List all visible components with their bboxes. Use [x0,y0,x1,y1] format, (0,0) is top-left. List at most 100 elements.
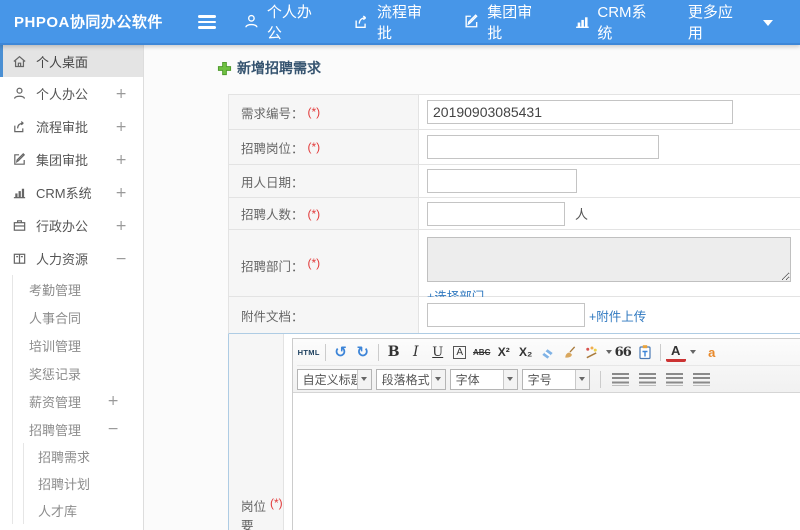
expand-icon[interactable]: + [115,185,127,201]
chevron-down-icon[interactable] [605,350,612,354]
align-left-button[interactable] [611,372,629,386]
expand-icon[interactable]: + [115,119,127,135]
label-text: 用人日期： [241,175,304,190]
nav-crm-system[interactable]: CRM系统 [574,1,661,43]
sidebar-subitem-reward-punishment[interactable]: 奖惩记录 [13,359,143,387]
sidebar-subitem-recruit-demand[interactable]: 招聘需求 [24,443,143,470]
recruitment-form: 需求编号： (*) 招聘岗位： (*) 用人日期： [228,94,800,530]
page-title-bar: 新增招聘需求 [217,58,800,78]
sidebar-item-process-approval[interactable]: 流程审批 + [0,110,143,143]
paste-icon [639,345,651,360]
nav-group-approval[interactable]: 集团审批 [463,1,546,43]
background-color-button[interactable]: a [702,342,722,362]
app-title: PHPOA协同办公软件 [14,14,163,31]
chevron-down-icon[interactable] [689,350,696,354]
chevron-down-icon[interactable] [430,369,445,389]
sidebar-item-group-approval[interactable]: 集团审批 + [0,143,143,176]
form-row-count: 招聘人数： (*) 人 [228,198,800,230]
align-right-button[interactable] [665,372,683,386]
nav-process-approval[interactable]: 流程审批 [353,1,436,43]
expand-icon[interactable]: + [107,393,119,409]
chevron-down-icon[interactable] [574,369,589,389]
superscript-button[interactable]: X² [494,342,514,362]
paste-button[interactable] [635,342,655,362]
italic-button[interactable]: I [406,342,426,362]
underline-button[interactable]: U [428,342,448,362]
paragraph-format-select[interactable]: 段落格式 [375,368,446,390]
chevron-down-icon[interactable] [763,19,774,26]
nav-personal-office[interactable]: 个人办公 [243,1,326,43]
attachment-input[interactable] [427,303,585,327]
editor-content-area[interactable] [292,393,800,530]
position-input[interactable] [427,135,659,159]
subscript-button[interactable]: X₂ [516,342,536,362]
count-input[interactable] [427,201,565,226]
field-label: 用人日期： [229,165,419,197]
date-input[interactable] [427,169,577,193]
select-value: 段落格式 [381,372,430,387]
custom-heading-select[interactable]: 自定义标题 [296,368,372,390]
sidebar-item-label: 集团审批 [36,153,89,168]
required-mark: (*) [307,105,321,119]
dept-textarea[interactable] [427,237,791,282]
eraser-button[interactable] [538,342,558,362]
format-painter-button[interactable] [582,342,602,362]
subitem-label: 招聘需求 [38,450,91,465]
sidebar-subitem-recruitment[interactable]: 招聘管理 − [13,415,143,443]
bold-button[interactable]: B [384,342,404,362]
sidebar-subitem-training[interactable]: 培训管理 [13,331,143,359]
sidebar-item-personal-office[interactable]: 个人办公 + [0,77,143,110]
rich-text-editor: HTML ↺ ↻ B I U A ABC X² X₂ 66 A a 自定义标 段… [291,338,800,530]
sidebar-subitem-hr-contract[interactable]: 人事合同 [13,303,143,331]
align-justify-button[interactable] [692,372,710,386]
align-center-button[interactable] [638,372,656,386]
html-source-button[interactable]: HTML [298,342,320,362]
font-family-select[interactable]: 字体 [449,368,518,390]
sidebar-item-admin-office[interactable]: 行政办公 + [0,209,143,242]
menu-toggle-icon[interactable] [198,15,216,30]
nav-more-apps[interactable]: 更多应用 [688,1,774,43]
sidebar-subitem-recruit-plan[interactable]: 招聘计划 [24,470,143,497]
toolbar-separator [377,343,379,361]
blockquote-button[interactable]: 66 [613,342,633,362]
broom-icon [565,345,576,358]
font-size-select[interactable]: 字号 [521,368,590,390]
font-color-button[interactable]: A [665,342,686,362]
required-mark: (*) [307,140,321,154]
required-mark: (*) [270,496,283,510]
required-mark: (*) [307,206,321,221]
clear-format-button[interactable] [560,342,580,362]
edit-icon [12,152,27,167]
redo-button[interactable]: ↻ [353,342,373,362]
field-value [419,130,800,164]
toolbar-separator [599,370,601,388]
form-row-dept: 招聘部门： (*) +选择部门 [228,230,800,304]
upload-attachment-link[interactable]: +附件上传 [589,306,646,325]
field-label: 招聘岗位： (*) [229,130,419,164]
expand-icon[interactable]: − [107,421,119,437]
sidebar-item-desktop[interactable]: 个人桌面 [0,45,143,77]
subitem-label: 招聘管理 [29,422,82,438]
sidebar-subitem-attendance[interactable]: 考勤管理 [13,275,143,303]
select-value: 字体 [455,372,480,387]
undo-button[interactable]: ↺ [331,342,351,362]
expand-icon[interactable]: − [115,251,127,267]
format-a-button[interactable]: A [453,345,467,359]
sidebar-subitem-talent-pool[interactable]: 人才库 [24,497,143,524]
sidebar-item-label: 个人办公 [36,87,89,102]
toolbar-separator [324,343,326,361]
expand-icon[interactable]: + [115,218,127,234]
req-no-input[interactable] [427,100,733,124]
strikethrough-button[interactable]: ABC [472,342,492,362]
sidebar-item-hr[interactable]: 人力资源 − [0,242,143,275]
book-icon [12,251,27,266]
field-value: +选择部门 [419,230,800,304]
chevron-down-icon[interactable] [502,369,517,389]
expand-icon[interactable]: + [115,86,127,102]
chevron-down-icon[interactable] [356,369,371,389]
expand-icon[interactable]: + [115,152,127,168]
form-row-position: 招聘岗位： (*) [228,130,800,165]
bar-chart-icon [574,13,591,30]
sidebar-subitem-salary[interactable]: 薪资管理 + [13,387,143,415]
sidebar-item-crm[interactable]: CRM系统 + [0,176,143,209]
